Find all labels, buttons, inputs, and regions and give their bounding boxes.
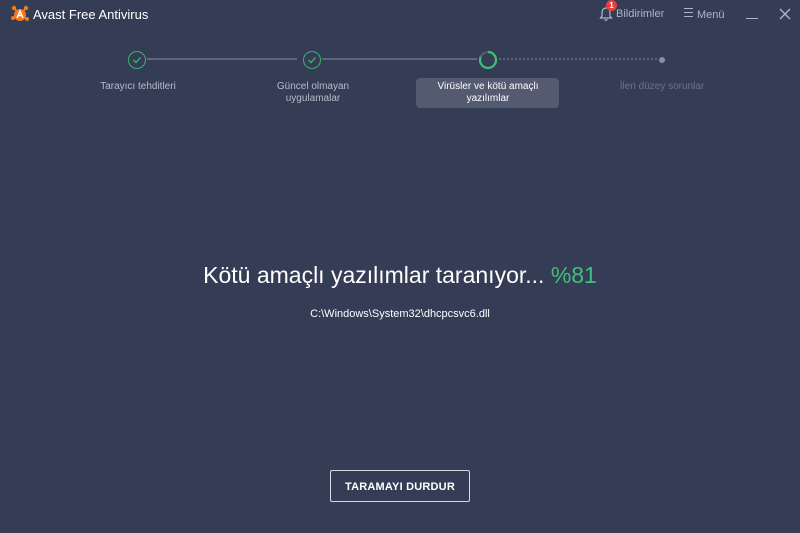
step-1-complete-indicator	[128, 51, 146, 69]
close-icon	[779, 8, 791, 20]
step-connector	[499, 58, 657, 60]
menu-icon	[684, 8, 693, 17]
close-button[interactable]	[777, 6, 793, 22]
step-connector	[147, 58, 297, 60]
step-label-viruses-malware: Virüsler ve kötü amaçlı yazılımlar	[437, 81, 539, 104]
app-window: Avast Free Antivirus 1 Bildirimler Menü	[0, 0, 800, 533]
scan-status-text: Kötü amaçlı yazılımlar taranıyor...	[203, 262, 545, 288]
notifications-label: Bildirimler	[616, 8, 665, 20]
step-connector	[322, 58, 477, 60]
menu-label: Menü	[697, 9, 725, 21]
avast-logo-icon	[10, 4, 30, 24]
step-label-advanced-issues: İleri düzey sorunlar	[619, 81, 705, 92]
minimize-button[interactable]	[744, 6, 760, 22]
step-2-complete-indicator	[303, 51, 321, 69]
menu-button[interactable]: Menü	[684, 8, 725, 21]
app-title: Avast Free Antivirus	[33, 7, 149, 22]
step-label-outdated-apps: Güncel olmayan uygulamalar	[276, 81, 350, 104]
scan-status-heading: Kötü amaçlı yazılımlar taranıyor... %81	[0, 262, 800, 289]
step-4-pending-dot	[659, 57, 665, 63]
step-label-browser-threats: Tarayıcı tehditleri	[100, 81, 176, 92]
title-bar: Avast Free Antivirus 1 Bildirimler Menü	[0, 0, 800, 30]
stop-scan-button[interactable]: TARAMAYI DURDUR	[330, 470, 470, 502]
checkmark-icon	[308, 57, 317, 64]
checkmark-icon	[133, 57, 142, 64]
scan-percent: %81	[550, 262, 597, 288]
current-scanned-file: C:\Windows\System32\dhcpcsvc6.dll	[310, 308, 490, 320]
step-3-progress-ring	[478, 50, 498, 70]
